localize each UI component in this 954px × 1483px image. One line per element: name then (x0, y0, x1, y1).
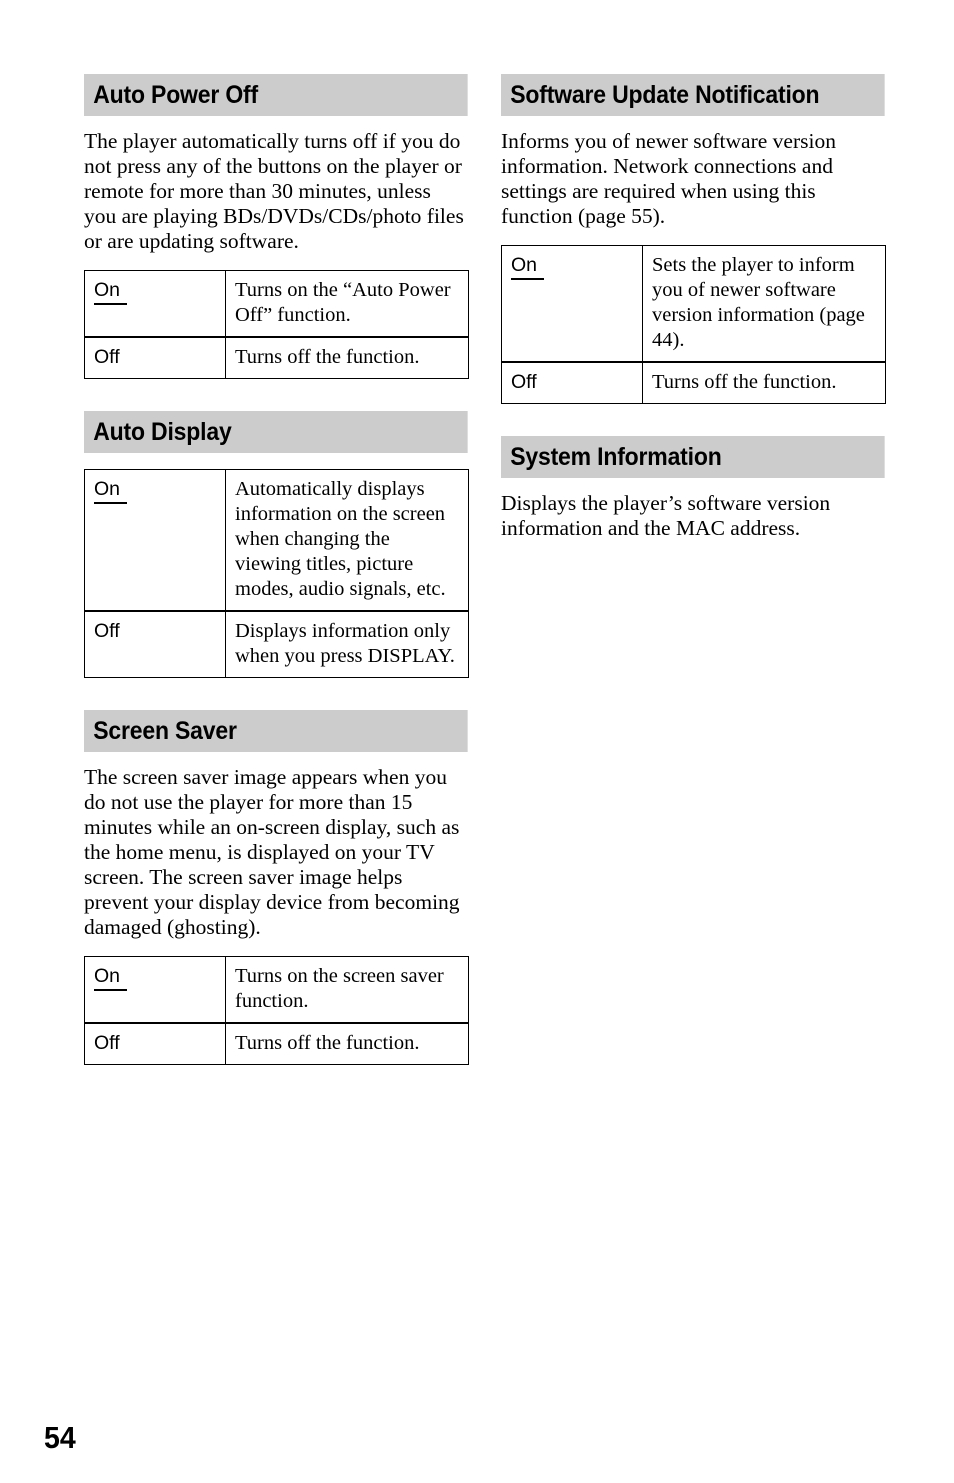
option-description-cell: Displays information only when you press… (225, 610, 469, 678)
option-key-cell: On (501, 245, 643, 363)
section-heading-label: Software Update Notification (510, 81, 820, 109)
option-key-cell: Off (84, 610, 226, 678)
default-option-label: On (94, 278, 128, 305)
left-column: Auto Power Off The player automatically t… (84, 74, 469, 1097)
section-heading-label: System Information (510, 443, 722, 471)
default-option-label: On (94, 477, 128, 504)
option-description-cell: Turns off the function. (225, 1022, 469, 1065)
option-key-cell: On (84, 469, 226, 612)
option-label: Off (94, 346, 120, 368)
manual-page: Auto Power Off The player automatically t… (0, 0, 954, 1483)
section-heading-auto-power-off: Auto Power Off (84, 74, 469, 116)
section-heading-label: Auto Power Off (93, 81, 259, 109)
section-body-software-update-notification: Informs you of newer software version in… (501, 129, 836, 228)
section-body-system-information: Displays the player’s software version i… (501, 491, 831, 540)
table-row: Off Turns off the function. (84, 336, 469, 379)
option-key-cell: Off (501, 361, 643, 404)
section-heading-screen-saver: Screen Saver (84, 710, 469, 752)
section-heading-label: Screen Saver (93, 717, 237, 745)
option-description-cell: Sets the player to inform you of newer s… (642, 245, 886, 363)
option-key-cell: Off (84, 336, 226, 379)
option-description-cell: Turns on the screen saver function. (225, 956, 469, 1024)
section-heading-software-update-notification: Software Update Notification (501, 74, 886, 116)
table-row: On Sets the player to inform you of newer… (501, 245, 886, 363)
option-key-cell: On (84, 270, 226, 338)
option-label: Off (94, 1032, 120, 1054)
table-row: On Automatically displays information on … (84, 469, 469, 612)
table-row: Off Turns off the function. (501, 361, 886, 404)
table-row: On Turns on the screen saver function. (84, 956, 469, 1024)
section-heading-system-information: System Information (501, 436, 886, 478)
option-key-cell: Off (84, 1022, 226, 1065)
table-row: Off Turns off the function. (84, 1022, 469, 1065)
table-row: Off Displays information only when you pr… (84, 610, 469, 678)
option-description-cell: Automatically displays information on th… (225, 469, 469, 612)
option-table-auto-power-off: On Turns on the “Auto Power Off” function… (84, 270, 469, 379)
option-description-cell: Turns on the “Auto Power Off” function. (225, 270, 469, 338)
right-column: Software Update Notification Informs you … (501, 74, 886, 573)
option-label: Off (511, 371, 537, 393)
default-option-label: On (511, 253, 545, 280)
option-label: Off (94, 620, 120, 642)
table-row: On Turns on the “Auto Power Off” function… (84, 270, 469, 338)
section-heading-label: Auto Display (93, 418, 232, 446)
option-key-cell: On (84, 956, 226, 1024)
default-option-label: On (94, 964, 128, 991)
option-description-cell: Turns off the function. (225, 336, 469, 379)
option-table-screen-saver: On Turns on the screen saver function. Off… (84, 956, 469, 1065)
option-table-auto-display: On Automatically displays information on … (84, 469, 469, 678)
section-body-screen-saver: The screen saver image appears when you … (84, 765, 460, 939)
option-table-software-update-notification: On Sets the player to inform you of newer… (501, 245, 886, 404)
page-number: 54 (44, 1420, 76, 1455)
section-body-auto-power-off: The player automatically turns off if yo… (84, 129, 464, 253)
option-description-cell: Turns off the function. (642, 361, 886, 404)
section-heading-auto-display: Auto Display (84, 411, 469, 453)
